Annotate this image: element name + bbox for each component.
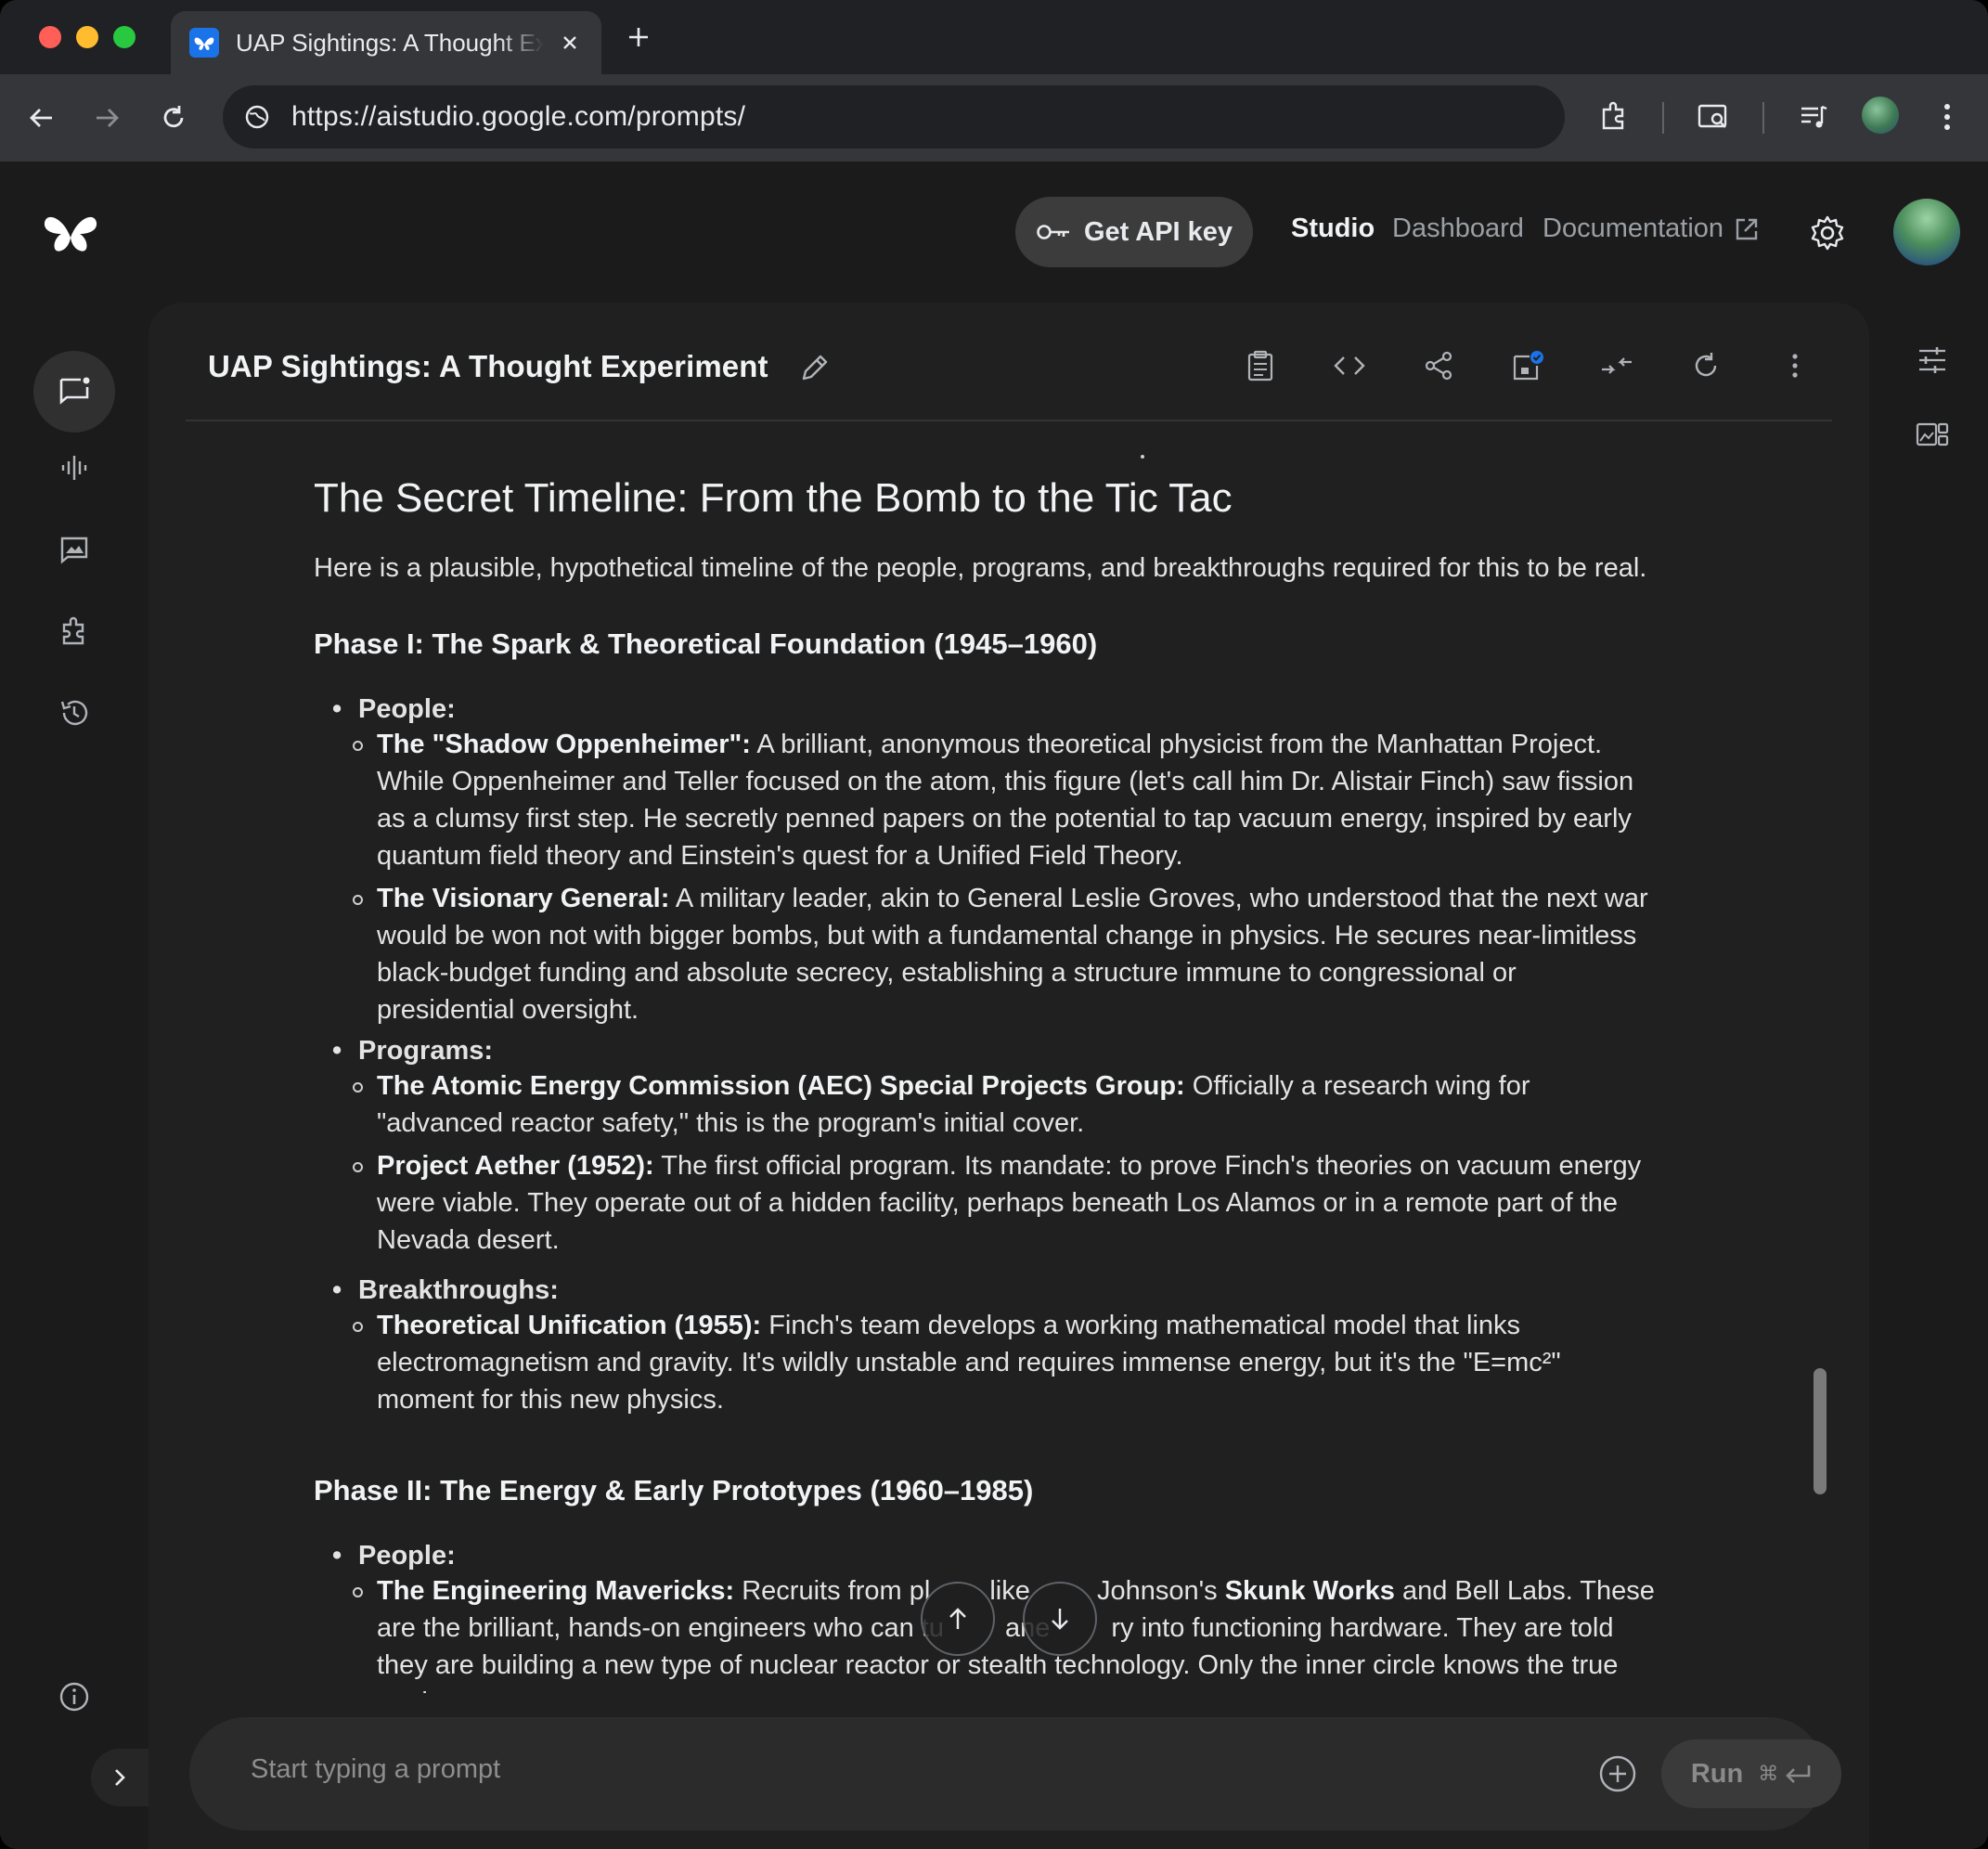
prompt-panel: UAP Sightings: A Thought Experiment The … (148, 303, 1869, 1849)
ai-studio-favicon-icon (189, 28, 219, 58)
reset-refresh-icon[interactable] (1684, 343, 1728, 388)
stream-audio-icon[interactable] (33, 427, 115, 509)
prompt-input[interactable]: Start typing a prompt (251, 1754, 500, 1785)
media-panel-icon[interactable] (1910, 412, 1955, 457)
scroll-up-button[interactable] (921, 1582, 995, 1656)
list-item: The Visionary General: A military leader… (353, 880, 1658, 1028)
build-apps-icon[interactable] (33, 590, 115, 672)
list-item: The Atomic Energy Commission (AEC) Speci… (353, 1067, 1658, 1142)
phase-1-heading: Phase I: The Spark & Theoretical Foundat… (314, 627, 1098, 660)
phase-2-heading: Phase II: The Energy & Early Prototypes … (314, 1474, 1034, 1506)
external-link-icon (1736, 218, 1758, 239)
run-shortcut: ⌘ (1758, 1762, 1812, 1786)
list-item-breakthroughs: Breakthroughs: (332, 1275, 559, 1306)
list-item-people: People: (332, 1541, 456, 1571)
list-item-programs: Programs: (332, 1036, 493, 1067)
toolbar-divider (1662, 102, 1664, 134)
maximize-window-button[interactable] (113, 26, 136, 48)
site-info-icon[interactable] (241, 101, 273, 133)
nav-documentation[interactable]: Documentation (1543, 213, 1759, 244)
nav-dashboard[interactable]: Dashboard (1392, 213, 1524, 244)
run-button[interactable]: Run ⌘ (1661, 1739, 1841, 1808)
close-tab-icon[interactable] (557, 30, 583, 56)
forward-icon[interactable] (85, 97, 128, 139)
prompt-title: UAP Sightings: A Thought Experiment (208, 349, 768, 383)
share-icon[interactable] (1416, 343, 1461, 388)
list-item-people: People: (332, 694, 456, 725)
get-api-key-label: Get API key (1083, 216, 1233, 247)
browser-window: UAP Sightings: A Thought Experiment http… (0, 0, 1988, 1849)
extensions-icon[interactable] (1591, 95, 1635, 139)
prompt-composer: Start typing a prompt Run ⌘ (189, 1717, 1841, 1830)
profile-avatar[interactable] (1862, 97, 1899, 134)
new-tab-icon[interactable] (622, 20, 655, 54)
list-item: Theoretical Unification (1955): Finch's … (353, 1307, 1658, 1418)
model-response: The Secret Timeline: From the Bomb to th… (314, 421, 1836, 1693)
run-settings-tune-icon[interactable] (1910, 338, 1955, 382)
ai-studio-app: Get API key Studio Dashboard Documentati… (0, 162, 1988, 1849)
run-label: Run (1690, 1758, 1744, 1789)
address-bar[interactable]: https://aistudio.google.com/prompts/ (223, 85, 1565, 149)
history-icon[interactable] (33, 672, 115, 754)
nav-documentation-label: Documentation (1543, 213, 1724, 243)
tab-search-icon[interactable] (1691, 95, 1736, 139)
browser-toolbar: https://aistudio.google.com/prompts/ (0, 74, 1988, 162)
media-generation-icon[interactable] (33, 509, 115, 590)
minimize-window-button[interactable] (76, 26, 98, 48)
user-avatar[interactable] (1893, 199, 1960, 265)
response-intro: Here is a plausible, hypothetical timeli… (314, 553, 1647, 583)
edit-title-pencil-icon[interactable] (798, 351, 832, 384)
command-key-label: ⌘ (1758, 1762, 1779, 1785)
compare-clipboard-icon[interactable] (1238, 343, 1283, 388)
tab-strip: UAP Sightings: A Thought Experiment (0, 0, 1988, 74)
list-item: The "Shadow Oppenheimer": A brilliant, a… (353, 726, 1658, 874)
chat-prompt-icon[interactable] (33, 351, 115, 433)
key-icon (1037, 225, 1069, 239)
collapse-arrows-icon[interactable] (1594, 343, 1639, 388)
enter-key-icon (1786, 1765, 1811, 1783)
browser-menu-icon[interactable] (1925, 95, 1969, 139)
chevron-right-icon (115, 1769, 125, 1786)
separator-dot (1141, 455, 1144, 459)
back-icon[interactable] (20, 97, 63, 139)
prompt-header: UAP Sightings: A Thought Experiment (186, 303, 1832, 421)
toolbar-divider (1762, 102, 1764, 134)
nav-studio[interactable]: Studio (1291, 213, 1375, 244)
info-icon[interactable] (33, 1656, 115, 1738)
save-drive-icon[interactable] (1505, 343, 1550, 388)
scrollbar-thumb[interactable] (1814, 1368, 1827, 1494)
response-section-title: The Secret Timeline: From the Bomb to th… (314, 475, 1233, 521)
list-item: Project Aether (1952): The first officia… (353, 1147, 1658, 1259)
get-code-icon[interactable] (1327, 343, 1372, 388)
reload-icon[interactable] (152, 97, 195, 139)
arrow-down-icon (1052, 1609, 1068, 1630)
url-text: https://aistudio.google.com/prompts/ (291, 101, 746, 132)
browser-tab[interactable]: UAP Sightings: A Thought Experiment (171, 11, 601, 74)
scroll-down-button[interactable] (1023, 1582, 1097, 1656)
settings-gear-icon[interactable] (1808, 213, 1847, 252)
arrow-up-icon (949, 1608, 966, 1629)
get-api-key-button[interactable]: Get API key (1015, 197, 1253, 267)
expand-sidebar-button[interactable] (91, 1749, 148, 1806)
tab-title: UAP Sightings: A Thought Experiment (236, 28, 544, 57)
more-options-icon[interactable] (1773, 343, 1817, 388)
media-controls-icon[interactable] (1791, 95, 1836, 139)
add-media-plus-icon[interactable] (1598, 1754, 1637, 1793)
list-item: The Engineering Mavericks: Recruits from… (353, 1572, 1658, 1693)
left-navigation-rail (0, 162, 148, 1849)
close-window-button[interactable] (39, 26, 61, 48)
